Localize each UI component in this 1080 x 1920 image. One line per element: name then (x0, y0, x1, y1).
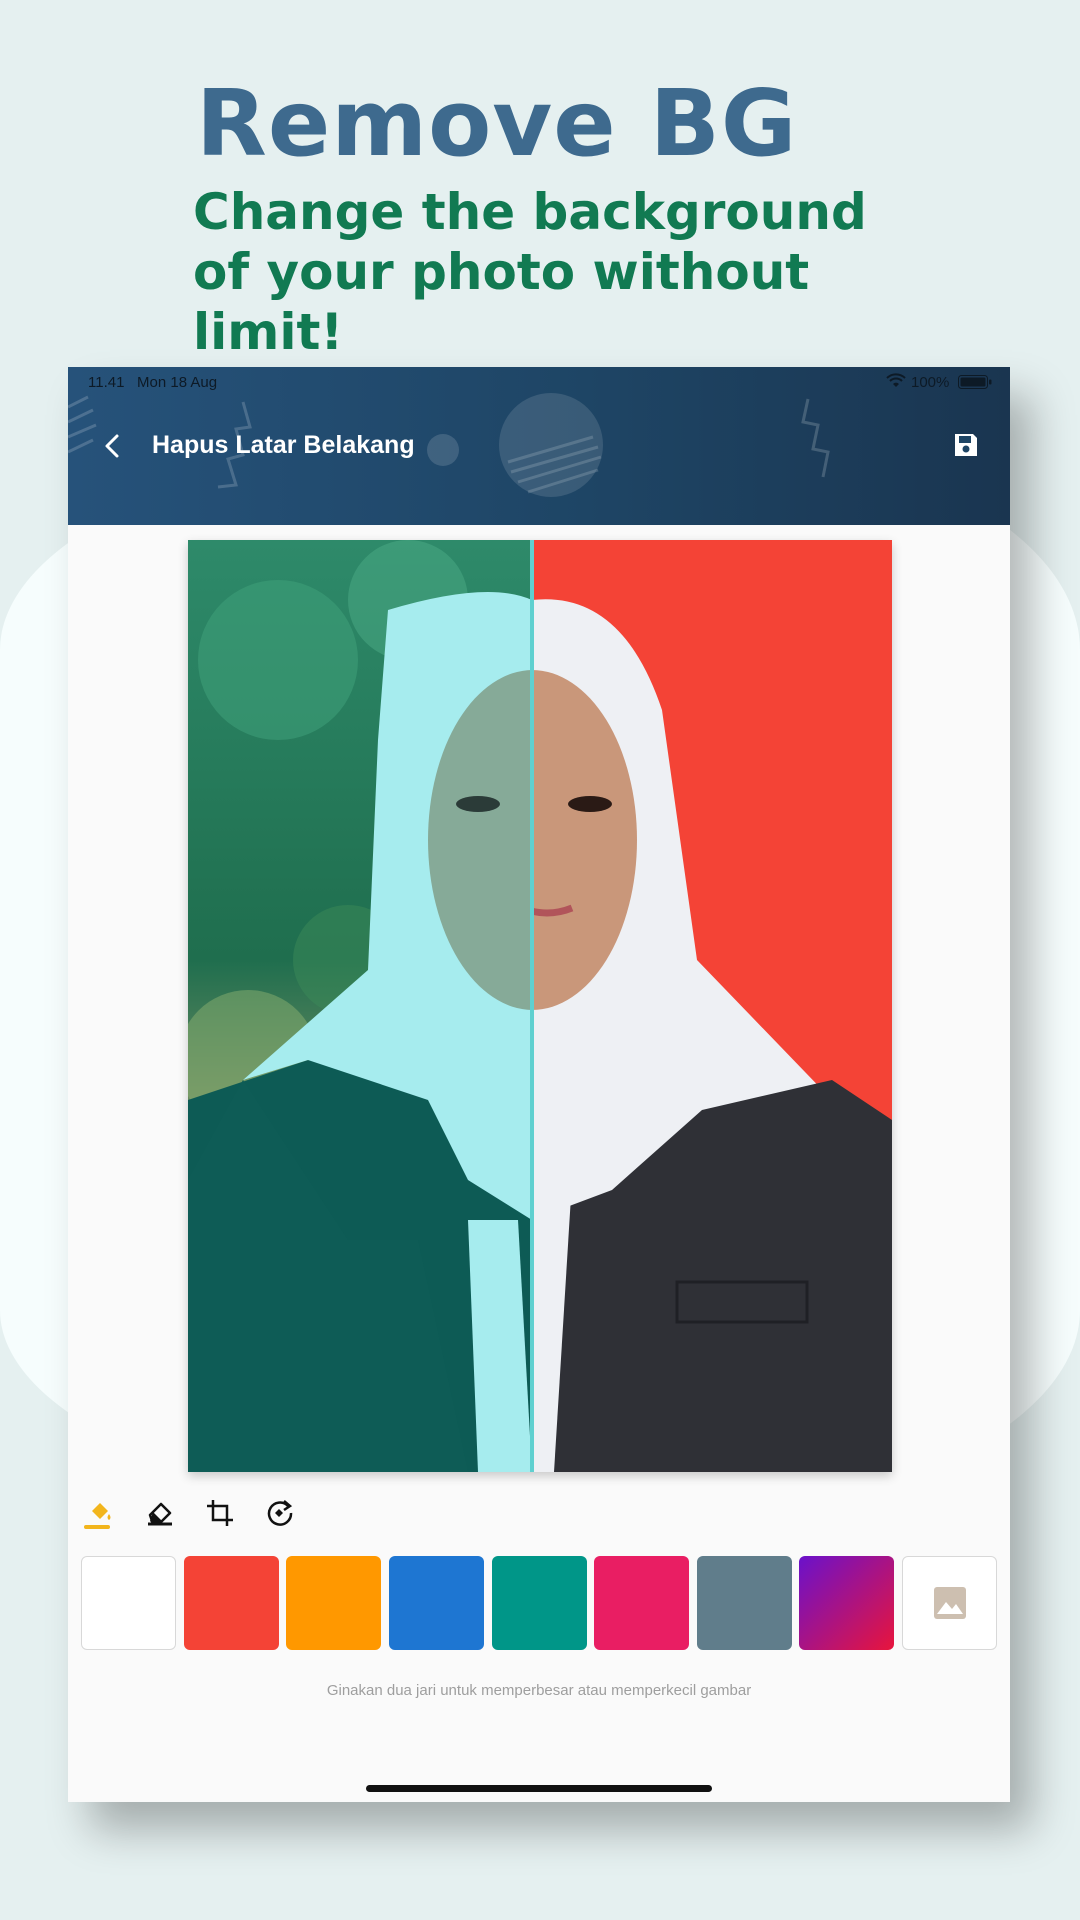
swatch-image-picker[interactable] (902, 1556, 997, 1650)
photo-original-half (188, 540, 532, 1472)
swatch-blue[interactable] (389, 1556, 484, 1650)
photo-compare-canvas[interactable] (188, 540, 892, 1472)
swatch-blue-grey[interactable] (697, 1556, 792, 1650)
battery-percentage: 100% (911, 374, 950, 391)
swatch-orange[interactable] (286, 1556, 381, 1650)
swatch-red[interactable] (184, 1556, 279, 1650)
active-tool-indicator (84, 1525, 110, 1529)
eraser-icon (148, 1502, 172, 1526)
image-icon (933, 1587, 966, 1619)
swatch-teal[interactable] (492, 1556, 587, 1650)
photo-result-half (532, 540, 892, 1472)
crop-tool[interactable] (204, 1497, 236, 1529)
status-bar: 11.41 Mon 18 Aug 100% (68, 367, 1010, 397)
swatch-gradient[interactable] (799, 1556, 894, 1650)
compare-divider-handle[interactable] (530, 540, 534, 1472)
rotate-tool[interactable] (264, 1497, 296, 1529)
swatch-pink[interactable] (594, 1556, 689, 1650)
crop-icon (207, 1500, 233, 1526)
home-indicator (366, 1785, 712, 1792)
swatch-white[interactable] (81, 1556, 176, 1650)
eraser-tool[interactable] (144, 1497, 176, 1529)
status-date: Mon 18 Aug (137, 374, 218, 391)
wifi-icon (886, 373, 906, 387)
page-title: Hapus Latar Belakang (152, 431, 415, 459)
battery-icon (958, 375, 992, 389)
rotate-icon (267, 1500, 293, 1526)
promo-title: Remove BG (196, 70, 798, 177)
phone-screen: 11.41 Mon 18 Aug 100% Hapus Latar Belaka… (68, 367, 1010, 1802)
status-time: 11.41 (88, 374, 125, 391)
app-bar: 11.41 Mon 18 Aug 100% Hapus Latar Belaka… (68, 367, 1010, 525)
save-icon[interactable] (952, 431, 980, 459)
back-chevron-icon[interactable] (98, 431, 128, 461)
pinch-zoom-hint: Ginakan dua jari untuk memperbesar atau … (326, 1682, 752, 1699)
promo-subtitle: Change the background of your photo with… (193, 183, 867, 361)
